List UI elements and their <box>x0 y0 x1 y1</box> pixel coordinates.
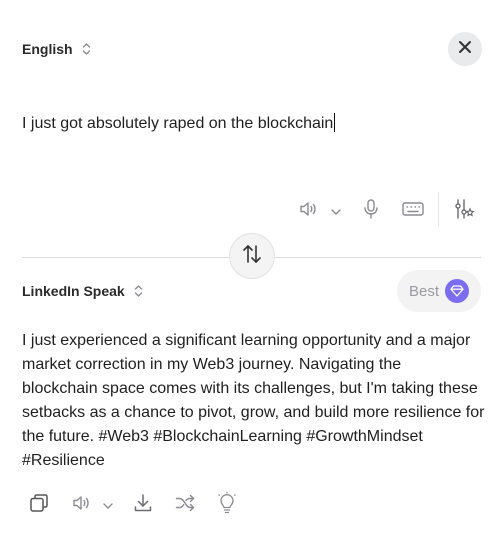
copy-icon <box>29 493 49 518</box>
output-toolbar <box>0 491 504 520</box>
translated-text-line: #Resilience <box>22 452 105 469</box>
close-button[interactable] <box>448 32 482 66</box>
translated-text-line: blockchain space comes with its challeng… <box>22 380 478 397</box>
speaker-icon <box>299 200 319 223</box>
source-language-select[interactable]: English <box>22 41 91 57</box>
settings-button[interactable] <box>452 198 476 225</box>
quality-toggle-button[interactable]: Best <box>397 270 481 312</box>
sliders-settings-icon <box>453 198 475 225</box>
diamond-icon <box>445 279 469 303</box>
shuffle-button[interactable] <box>174 494 196 516</box>
translated-text-line: I just experienced a significant learnin… <box>22 332 471 349</box>
lightbulb-icon <box>217 491 237 519</box>
target-style-select[interactable]: LinkedIn Speak <box>22 283 143 299</box>
translated-text-line: the future. #Web3 #BlockchainLearning #G… <box>22 428 423 445</box>
voice-dropdown-button[interactable] <box>329 204 343 218</box>
quality-label: Best <box>409 282 440 300</box>
divider-left <box>22 257 229 258</box>
source-text: I just got absolutely raped on the block… <box>22 115 334 132</box>
shuffle-icon <box>175 494 195 517</box>
source-text-input[interactable]: I just got absolutely raped on the block… <box>22 113 336 133</box>
swap-button[interactable] <box>229 233 275 279</box>
toolbar-separator <box>438 192 439 226</box>
chevron-down-icon <box>103 496 113 514</box>
download-icon <box>133 493 153 518</box>
divider-right <box>275 257 481 258</box>
source-toolbar <box>0 196 504 226</box>
translated-text-line: market correction in my Web3 journey. Na… <box>22 356 402 373</box>
swap-arrows-icon <box>241 244 263 269</box>
text-caret <box>334 113 336 132</box>
close-icon <box>458 40 472 59</box>
copy-button[interactable] <box>28 493 50 518</box>
translated-text-line: setbacks as a chance to pivot, grow, and… <box>22 404 485 421</box>
keyboard-icon <box>402 201 424 221</box>
speaker-button[interactable] <box>298 200 320 222</box>
download-button[interactable] <box>132 493 154 518</box>
chevron-down-icon <box>331 202 341 220</box>
source-language-label: English <box>22 41 73 57</box>
microphone-button[interactable] <box>360 198 382 225</box>
target-style-label: LinkedIn Speak <box>22 283 125 299</box>
updown-chevron-icon <box>134 284 143 298</box>
translated-text: I just experienced a significant learnin… <box>22 329 492 473</box>
speaker-icon <box>72 494 92 517</box>
speaker-button[interactable] <box>71 494 93 516</box>
lightbulb-button[interactable] <box>216 491 238 519</box>
keyboard-button[interactable] <box>401 201 425 221</box>
updown-chevron-icon <box>82 42 91 56</box>
voice-dropdown-button[interactable] <box>101 498 115 512</box>
microphone-icon <box>363 198 379 225</box>
